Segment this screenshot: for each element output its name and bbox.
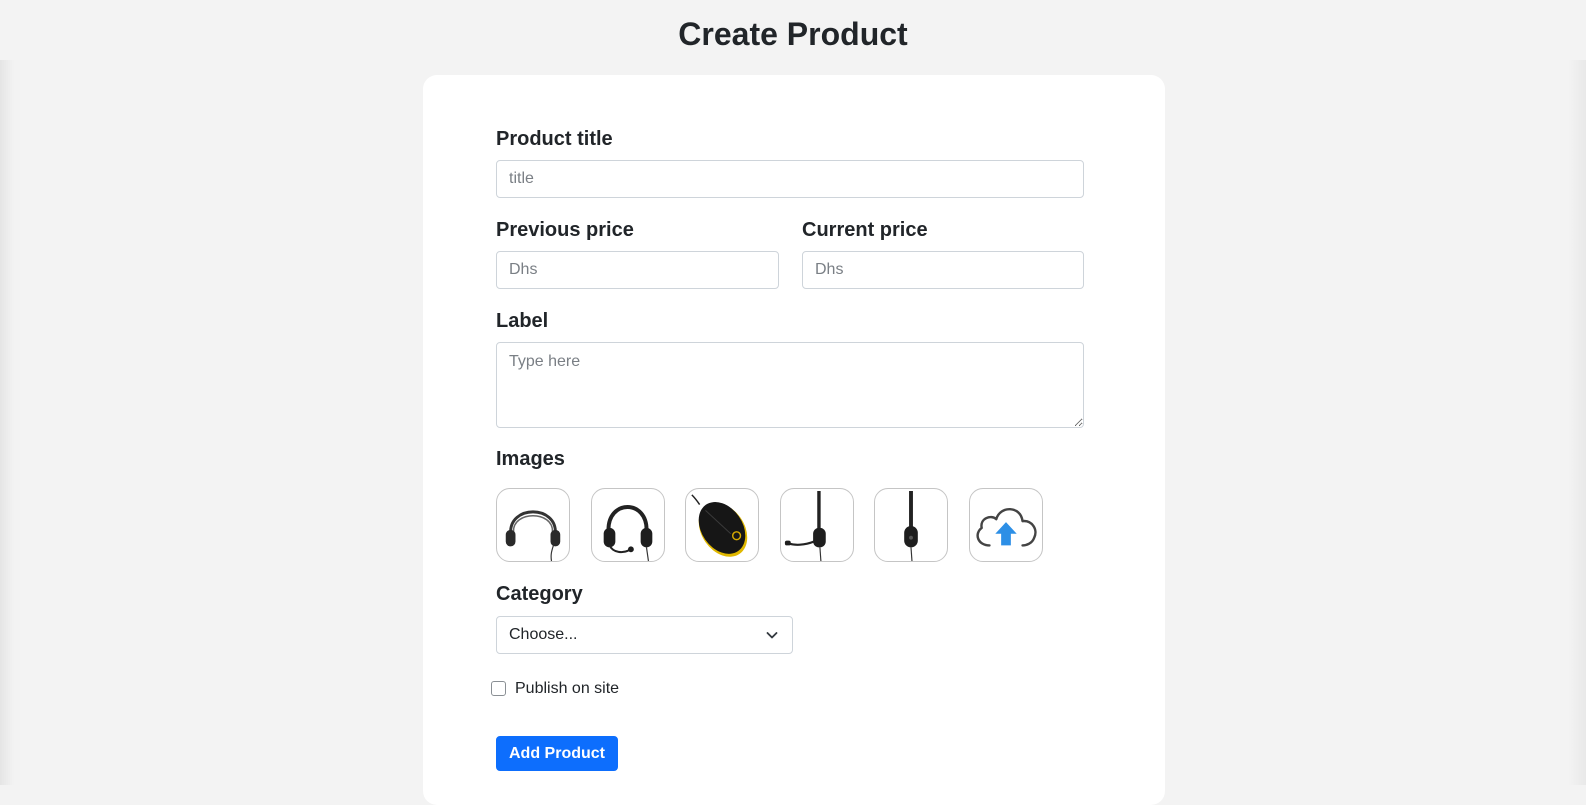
page-title: Create Product (678, 16, 908, 52)
headset-side-icon (784, 490, 826, 561)
product-form-card: Product title Previous price Current pri… (423, 75, 1165, 805)
cloud-upload-icon (976, 507, 1037, 547)
label-textarea[interactable] (496, 342, 1084, 428)
headset-back-icon (904, 490, 918, 561)
image-thumb-1[interactable] (496, 488, 570, 562)
chevron-down-icon (766, 632, 778, 639)
headset-mic-icon (603, 505, 653, 561)
category-label: Category (496, 583, 583, 605)
add-product-button[interactable]: Add Product (496, 736, 618, 771)
image-thumb-2[interactable] (591, 488, 665, 562)
publish-label[interactable]: Publish on site (515, 679, 619, 699)
image-upload-button[interactable] (969, 488, 1043, 562)
previous-price-input[interactable] (496, 251, 779, 289)
scrollbar-track[interactable] (1568, 60, 1586, 785)
product-title-input[interactable] (496, 160, 1084, 198)
image-thumb-4[interactable] (780, 488, 854, 562)
label-field-label: Label (496, 310, 549, 332)
headset-icon (505, 510, 561, 561)
images-label: Images (496, 448, 565, 470)
mouse-icon (691, 494, 748, 557)
current-price-label: Current price (802, 219, 928, 241)
current-price-input[interactable] (802, 251, 1084, 289)
left-shadow (0, 60, 14, 785)
category-selected-value: Choose... (509, 626, 578, 643)
product-title-label: Product title (496, 128, 613, 150)
publish-checkbox[interactable] (491, 681, 506, 696)
image-thumb-5[interactable] (874, 488, 948, 562)
category-select[interactable]: Choose... (496, 616, 793, 654)
image-thumb-3[interactable] (685, 488, 759, 562)
previous-price-label: Previous price (496, 219, 634, 241)
